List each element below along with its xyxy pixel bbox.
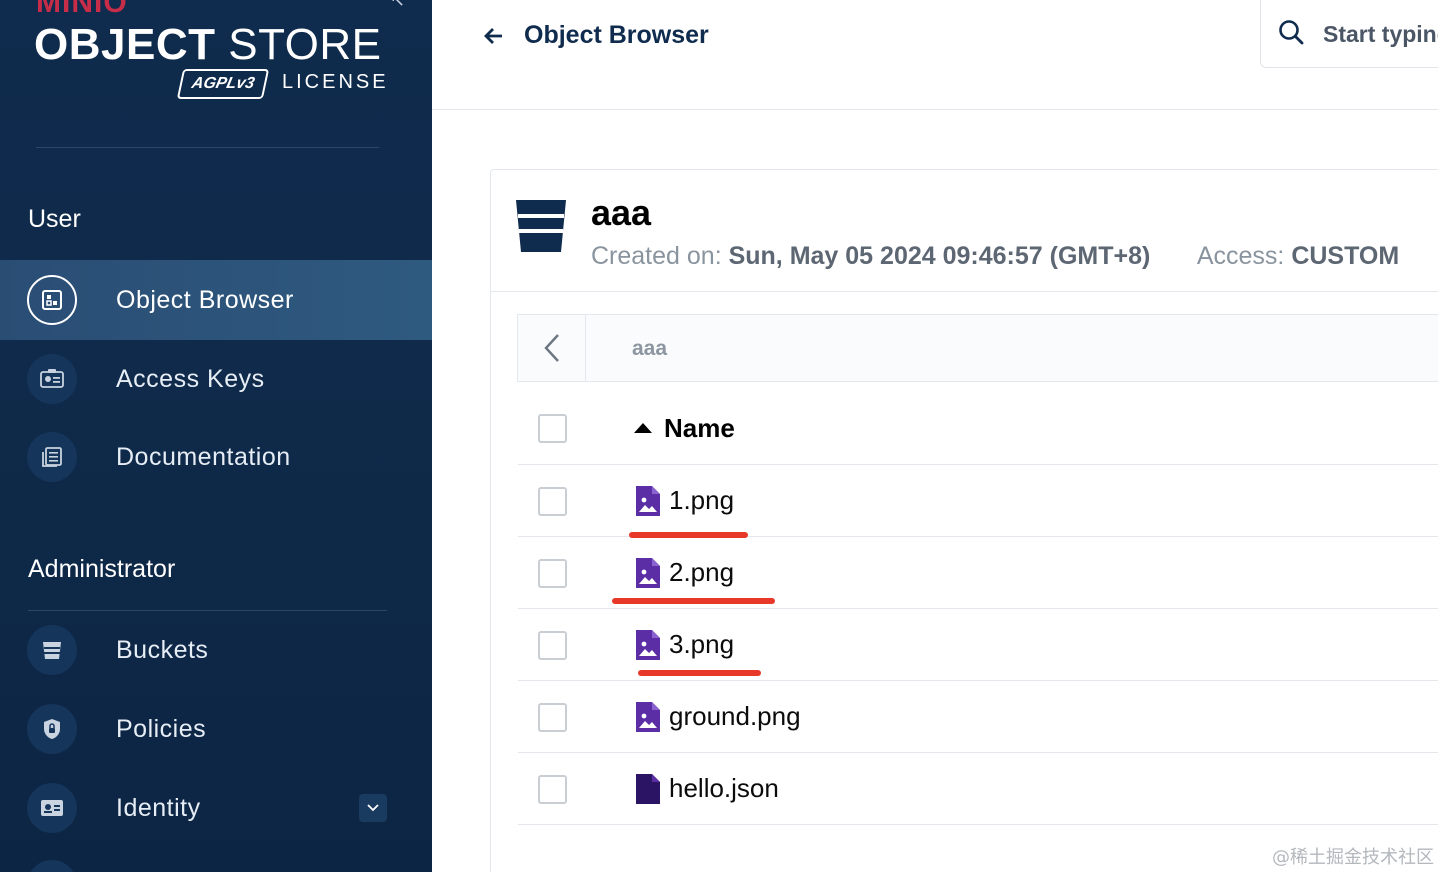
bucket-icon — [516, 200, 566, 252]
row-checkbox[interactable] — [538, 703, 567, 732]
sidebar-item-buckets[interactable]: Buckets — [0, 610, 432, 690]
bucket-meta: Created on: Sun, May 05 2024 09:46:57 (G… — [591, 242, 1399, 271]
section-administrator: Administrator — [28, 555, 176, 583]
created-value: Sun, May 05 2024 09:46:57 (GMT+8) — [728, 242, 1151, 270]
sidebar-item-label: Buckets — [116, 635, 209, 664]
sidebar-item-label: Policies — [116, 714, 207, 743]
file-name[interactable]: hello.json — [669, 773, 779, 804]
brand-title-light: STORE — [228, 20, 382, 69]
table-header-row: Name — [518, 391, 1438, 465]
bucket-header: aaa Created on: Sun, May 05 2024 09:46:5… — [491, 170, 1438, 292]
identity-card-icon — [27, 783, 77, 833]
search-input[interactable] — [1323, 14, 1438, 54]
brand-title-bold: OBJECT — [34, 20, 216, 69]
table-row[interactable]: hello.json — [518, 753, 1438, 825]
policy-shield-icon — [27, 704, 77, 754]
image-file-icon — [636, 558, 660, 588]
page-title: Object Browser — [524, 21, 709, 49]
identity-expand-button[interactable] — [359, 794, 387, 822]
image-file-icon — [636, 630, 660, 660]
watermark: @稀土掘金技术社区 — [1272, 847, 1434, 868]
sidebar-item-policies[interactable]: Policies — [0, 689, 432, 769]
sidebar-item-label: Documentation — [116, 442, 291, 471]
row-checkbox[interactable] — [538, 775, 567, 804]
access-label: Access: — [1196, 242, 1285, 270]
sort-ascending-icon[interactable] — [634, 423, 652, 433]
chevron-left-icon — [543, 334, 559, 362]
bucket-icon — [27, 625, 77, 675]
breadcrumb-path[interactable]: aaa — [632, 337, 667, 361]
access-keys-icon — [27, 354, 77, 404]
sidebar-item-label: Object Browser — [116, 285, 294, 314]
row-checkbox[interactable] — [538, 487, 567, 516]
sidebar-divider — [36, 147, 379, 148]
sidebar-next-item-icon[interactable] — [27, 860, 77, 872]
row-checkbox[interactable] — [538, 631, 567, 660]
bucket-name: aaa — [591, 192, 652, 233]
row-checkbox[interactable] — [538, 559, 567, 588]
search-box[interactable] — [1260, 0, 1438, 68]
chevron-down-icon — [367, 804, 379, 812]
created-label: Created on: — [591, 242, 722, 270]
sidebar-item-label: Access Keys — [116, 364, 265, 393]
sidebar-item-access-keys[interactable]: Access Keys — [0, 339, 432, 419]
sidebar-item-documentation[interactable]: Documentation — [0, 417, 432, 497]
image-file-icon — [636, 486, 660, 516]
file-name[interactable]: 3.png — [669, 629, 734, 660]
brand-title: OBJECT STORE — [34, 20, 382, 70]
select-all-checkbox[interactable] — [538, 414, 567, 443]
file-icon — [636, 774, 660, 804]
table-row[interactable]: 1.png — [518, 465, 1438, 537]
object-table: Name 1.png 2.png 3.png ground.png hello.… — [518, 391, 1438, 825]
highlight-underline — [629, 532, 748, 538]
sidebar: MINIO ↖ OBJECT STORE AGPLv3 LICENSE User… — [0, 0, 432, 872]
file-name[interactable]: ground.png — [669, 701, 801, 732]
section-user: User — [28, 205, 81, 233]
agpl-badge: AGPLv3 — [176, 69, 270, 99]
object-browser-icon — [27, 275, 77, 325]
table-row[interactable]: ground.png — [518, 681, 1438, 753]
sidebar-item-object-browser[interactable]: Object Browser — [0, 260, 432, 340]
sidebar-item-label: Identity — [116, 793, 201, 822]
agpl-badge-text: AGPLv3 — [190, 75, 257, 92]
breadcrumb: aaa — [517, 314, 1438, 382]
highlight-underline — [612, 598, 775, 604]
access-value: CUSTOM — [1291, 242, 1400, 270]
file-name[interactable]: 1.png — [669, 485, 734, 516]
search-icon — [1279, 20, 1304, 45]
breadcrumb-back-button[interactable] — [518, 315, 586, 381]
sidebar-item-identity[interactable]: Identity — [0, 768, 432, 848]
documentation-icon — [27, 432, 77, 482]
back-arrow-icon[interactable] — [482, 24, 506, 48]
collapse-sidebar-icon[interactable]: ↖ — [390, 0, 405, 11]
page-header: Object Browser — [432, 0, 1438, 110]
image-file-icon — [636, 702, 660, 732]
minio-logo: MINIO — [36, 0, 128, 19]
highlight-underline — [638, 670, 761, 676]
file-name[interactable]: 2.png — [669, 557, 734, 588]
name-column-header[interactable]: Name — [664, 413, 735, 444]
license-label: LICENSE — [282, 71, 389, 93]
